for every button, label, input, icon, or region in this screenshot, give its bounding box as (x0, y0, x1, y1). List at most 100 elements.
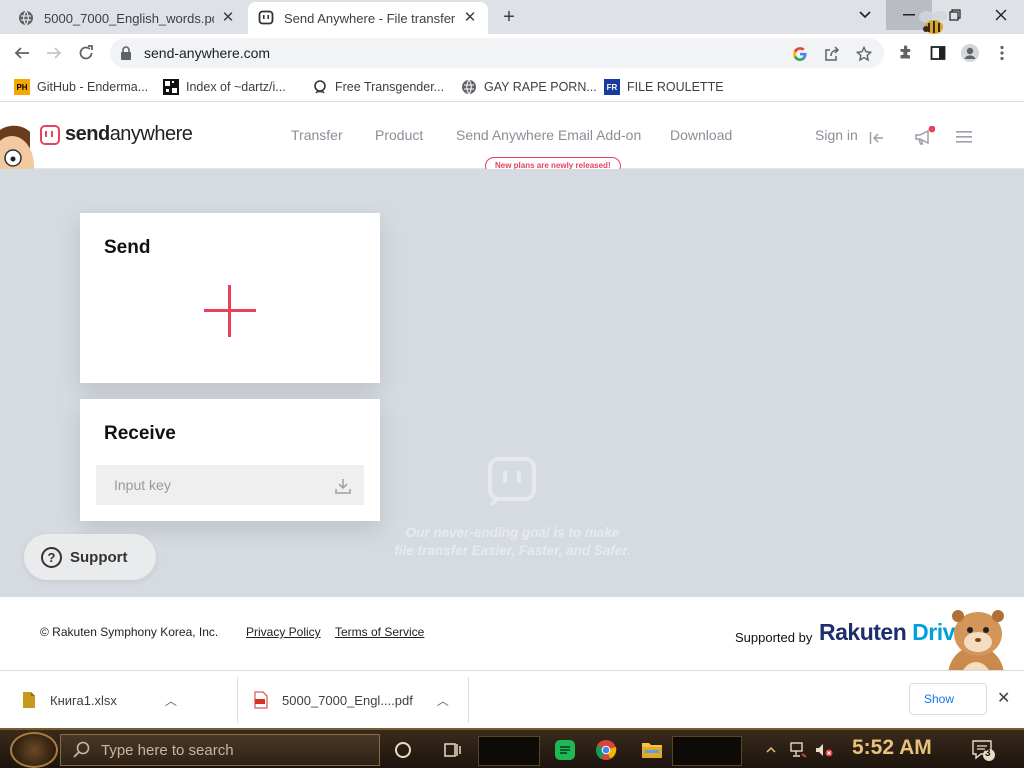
bookmark-item[interactable]: Index of ~dartz/i... (163, 77, 286, 97)
tab-search-chevron-icon[interactable] (842, 0, 888, 30)
supported-by-label: Supported by (735, 630, 813, 645)
search-icon (73, 741, 90, 758)
nav-email-addon[interactable]: Send Anywhere Email Add-on (456, 127, 641, 143)
nav-product[interactable]: Product (375, 127, 423, 143)
receive-title: Receive (104, 423, 176, 444)
notifications-icon[interactable]: 3 (970, 738, 998, 762)
chrome-icon[interactable] (594, 738, 618, 762)
bookmark-label: Free Transgender... (335, 80, 445, 94)
url-text: send-anywhere.com (144, 45, 271, 61)
tab-pdf[interactable]: 5000_7000_English_words.pdf ✕ (8, 2, 246, 34)
close-tab-icon[interactable]: ✕ (462, 10, 478, 26)
logo-wordmark-prefix: send (65, 123, 110, 145)
hamburger-menu-icon[interactable] (955, 129, 973, 145)
bookmark-star-icon[interactable] (854, 44, 874, 64)
back-button[interactable] (8, 39, 36, 67)
network-icon[interactable] (786, 738, 810, 762)
forward-button[interactable] (40, 39, 68, 67)
support-label: Support (70, 548, 128, 566)
download-icon[interactable] (334, 477, 352, 495)
globe-icon (461, 79, 477, 95)
chevron-up-icon[interactable]: ︿ (165, 692, 177, 709)
copyright-text: © Rakuten Symphony Korea, Inc. (40, 625, 219, 639)
notification-count: 3 (985, 748, 991, 759)
receive-card: Receive (80, 399, 380, 521)
tab-send-anywhere[interactable]: Send Anywhere - File transfer ✕ (248, 2, 488, 34)
logo-wordmark-suffix: anywhere (109, 123, 193, 145)
lock-icon[interactable] (120, 46, 134, 60)
send-anywhere-logo-icon (40, 124, 60, 145)
download-filename: Книга1.xlsx (50, 692, 117, 708)
bookmark-item[interactable]: FR FILE ROULETTE (604, 77, 724, 97)
tagline-line-1: Our never-ending goal is to make (405, 525, 620, 540)
close-window-button[interactable] (978, 0, 1024, 30)
cortana-icon[interactable] (391, 738, 415, 762)
chevron-up-icon[interactable]: ︿ (437, 692, 449, 709)
bookmark-item[interactable]: Free Transgender... (312, 77, 444, 97)
tray-overflow-icon[interactable] (764, 738, 778, 762)
bookmark-item[interactable]: PH GitHub - Enderma... (14, 77, 148, 97)
send-card[interactable]: Send (80, 213, 380, 383)
spotify-green-app-icon[interactable] (553, 738, 577, 762)
download-item[interactable]: Книга1.xlsx ︿ (22, 679, 177, 721)
site-footer: © Rakuten Symphony Korea, Inc. Privacy P… (0, 597, 1024, 670)
add-files-plus-icon[interactable] (204, 285, 256, 337)
globe-icon (18, 10, 34, 26)
taskbar-app-slot (478, 736, 540, 766)
taskbar: Type here to search 5:52 AM 3 (0, 728, 1024, 768)
rakuten-logo-text: Rakuten (819, 619, 907, 645)
reload-button[interactable] (72, 39, 100, 67)
nav-transfer[interactable]: Transfer (291, 127, 343, 143)
address-bar[interactable]: send-anywhere.com (110, 38, 884, 68)
bookmark-label: GitHub - Enderma... (37, 80, 149, 94)
tagline: Our never-ending goal is to make file tr… (360, 524, 665, 560)
question-mark-icon: ? (41, 546, 62, 568)
bookmark-site-icon (312, 79, 328, 95)
show-all-button[interactable]: Show (909, 683, 987, 715)
extensions-puzzle-icon[interactable] (892, 39, 920, 67)
side-panel-icon[interactable] (924, 39, 952, 67)
bookmark-label: GAY RAPE PORN... (484, 80, 597, 94)
file-explorer-icon[interactable] (640, 738, 664, 762)
support-button[interactable]: ? Support (24, 534, 156, 580)
privacy-policy-link[interactable]: Privacy Policy (246, 625, 321, 639)
taskbar-app-slot (672, 736, 742, 766)
rakuten-drive-logo[interactable]: Rakuten Driv (819, 619, 955, 646)
taskbar-clock[interactable]: 5:52 AM (852, 736, 932, 760)
site-header: sendanywhere Transfer Product Send Anywh… (0, 103, 1024, 175)
sign-in-arrow-icon[interactable] (868, 129, 886, 147)
close-shelf-icon[interactable]: ✕ (997, 688, 1010, 708)
send-anywhere-logo[interactable]: sendanywhere (40, 123, 193, 146)
volume-muted-icon[interactable] (812, 738, 836, 762)
task-view-icon[interactable] (440, 738, 464, 762)
send-anywhere-favicon-icon (258, 10, 274, 26)
close-tab-icon[interactable]: ✕ (220, 10, 236, 26)
megaphone-icon[interactable] (912, 125, 936, 149)
main-content: Send Receive Our never-ending goal is to… (0, 169, 1024, 597)
nav-download[interactable]: Download (670, 127, 732, 143)
download-separator (468, 677, 469, 723)
new-tab-button[interactable]: + (498, 6, 520, 28)
ph-icon: PH (14, 79, 30, 95)
bookmark-item[interactable]: GAY RAPE PORN... (461, 77, 597, 97)
terms-of-service-link[interactable]: Terms of Service (335, 625, 424, 639)
bookmark-label: FILE ROULETTE (627, 80, 724, 94)
input-key-field[interactable] (96, 465, 364, 505)
tab-strip: 5000_7000_English_words.pdf ✕ Send Anywh… (0, 0, 1024, 34)
download-shelf: Книга1.xlsx ︿ 5000_7000_Engl....pdf ︿ Sh… (0, 670, 1024, 728)
profile-avatar-icon[interactable] (956, 39, 984, 67)
logo-wordmark: sendanywhere (65, 123, 193, 146)
chrome-menu-icon[interactable] (988, 39, 1016, 67)
download-filename: 5000_7000_Engl....pdf (282, 692, 413, 708)
tagline-line-2: file transfer Easier, Faster, and Safer. (394, 543, 631, 558)
sign-in-link[interactable]: Sign in (815, 127, 858, 143)
google-icon[interactable] (790, 44, 810, 64)
download-separator (237, 677, 238, 723)
xlsx-file-icon (23, 692, 35, 708)
taskbar-search[interactable]: Type here to search (60, 734, 380, 766)
download-item[interactable]: 5000_7000_Engl....pdf ︿ (254, 679, 449, 721)
share-icon[interactable] (822, 44, 842, 64)
browser-toolbar: send-anywhere.com (0, 34, 1024, 72)
tab-title: 5000_7000_English_words.pdf (44, 10, 214, 26)
start-button[interactable] (10, 732, 58, 768)
